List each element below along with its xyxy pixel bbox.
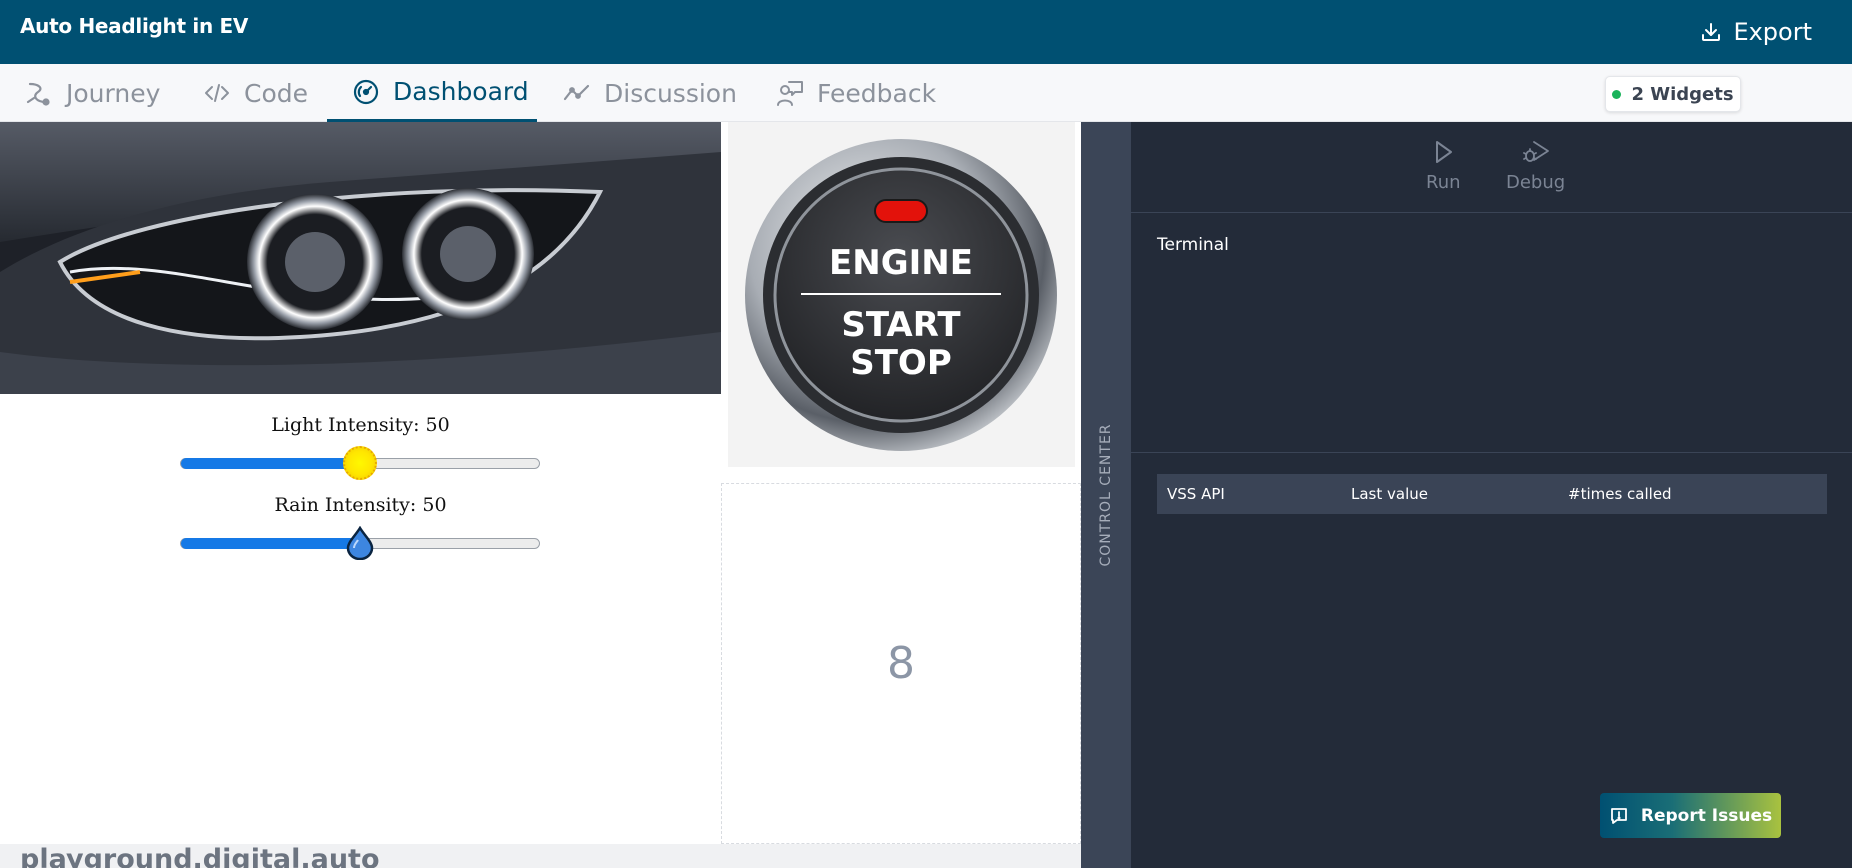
sun-icon[interactable] xyxy=(343,446,377,480)
counter-widget: 8 xyxy=(721,483,1081,844)
discussion-chart-icon xyxy=(563,84,590,101)
tab-journey[interactable]: Journey xyxy=(24,64,160,122)
terminal-divider xyxy=(1131,452,1852,453)
control-center-label: CONTROL CENTER xyxy=(1098,423,1114,567)
prototype-tab-bar: Journey Code Dashboard Discussion Feedba… xyxy=(0,64,1852,122)
app-title: Auto Headlight in EV xyxy=(20,14,249,38)
tab-label: Discussion xyxy=(604,78,737,108)
footer-site-name: playground.digital.auto xyxy=(20,844,380,868)
column-header-last-value: Last value xyxy=(1351,485,1428,503)
start-label: START xyxy=(841,305,961,345)
top-header-bar: Auto Headlight in EV Export xyxy=(0,0,1852,64)
rain-slider-fill xyxy=(181,538,361,549)
tab-label: Dashboard xyxy=(393,77,529,106)
footer-bar: playground.digital.auto xyxy=(0,844,1081,868)
counter-value: 8 xyxy=(887,638,915,689)
export-button[interactable]: Export xyxy=(1699,18,1812,46)
debug-button[interactable]: Debug xyxy=(1506,138,1565,193)
run-button[interactable]: Run xyxy=(1426,138,1461,193)
run-label: Run xyxy=(1426,172,1461,193)
play-icon xyxy=(1436,141,1453,163)
engine-indicator-light xyxy=(874,199,928,223)
journey-icon xyxy=(26,82,50,106)
water-drop-icon[interactable] xyxy=(345,526,375,560)
report-issues-label: Report Issues xyxy=(1640,805,1773,826)
dashboard-gauge-icon xyxy=(353,79,379,104)
engine-start-stop-button[interactable]: ENGINE START STOP xyxy=(728,122,1075,467)
control-center-toggle[interactable]: CONTROL CENTER xyxy=(1081,122,1131,868)
tab-discussion[interactable]: Discussion xyxy=(562,64,737,122)
headlight-illustration xyxy=(0,122,721,394)
download-icon xyxy=(1702,23,1721,41)
report-issues-button[interactable]: Report Issues xyxy=(1600,793,1781,838)
engine-start-stop-widget: ENGINE START STOP xyxy=(728,122,1075,467)
export-label: Export xyxy=(1733,18,1812,46)
tab-code[interactable]: Code xyxy=(202,64,308,122)
terminal-title: Terminal xyxy=(1157,235,1229,255)
car-headlight-image xyxy=(0,122,721,394)
feedback-icon xyxy=(777,81,803,106)
stop-label: STOP xyxy=(850,343,952,383)
widgets-count-badge[interactable]: 2 Widgets xyxy=(1605,76,1741,112)
vss-api-table-header: VSS API Last value #times called xyxy=(1157,474,1827,514)
toolbar-divider xyxy=(1131,212,1852,213)
column-header-vss-api: VSS API xyxy=(1167,485,1225,503)
tab-dashboard[interactable]: Dashboard xyxy=(327,64,537,122)
control-center-panel: Run Debug Terminal VSS API Last value #t… xyxy=(1131,122,1852,868)
headlight-widget: Light Intensity: 50 Rain Intensity: 50 xyxy=(0,122,721,844)
rain-intensity-label: Rain Intensity: 50 xyxy=(274,494,447,516)
widgets-count-label: 2 Widgets xyxy=(1631,83,1734,105)
column-header-times-called: #times called xyxy=(1568,485,1672,503)
tab-label: Journey xyxy=(66,78,161,108)
status-dot-icon xyxy=(1612,89,1622,99)
debug-bug-icon xyxy=(1522,141,1549,162)
tab-label: Feedback xyxy=(817,78,937,108)
message-alert-icon xyxy=(1610,807,1627,824)
debug-label: Debug xyxy=(1506,172,1566,193)
engine-label: ENGINE xyxy=(829,243,973,283)
code-icon xyxy=(205,84,229,102)
light-intensity-label: Light Intensity: 50 xyxy=(271,414,450,436)
tab-feedback[interactable]: Feedback xyxy=(775,64,936,122)
tab-label: Code xyxy=(244,78,309,108)
light-slider-fill xyxy=(181,458,361,469)
